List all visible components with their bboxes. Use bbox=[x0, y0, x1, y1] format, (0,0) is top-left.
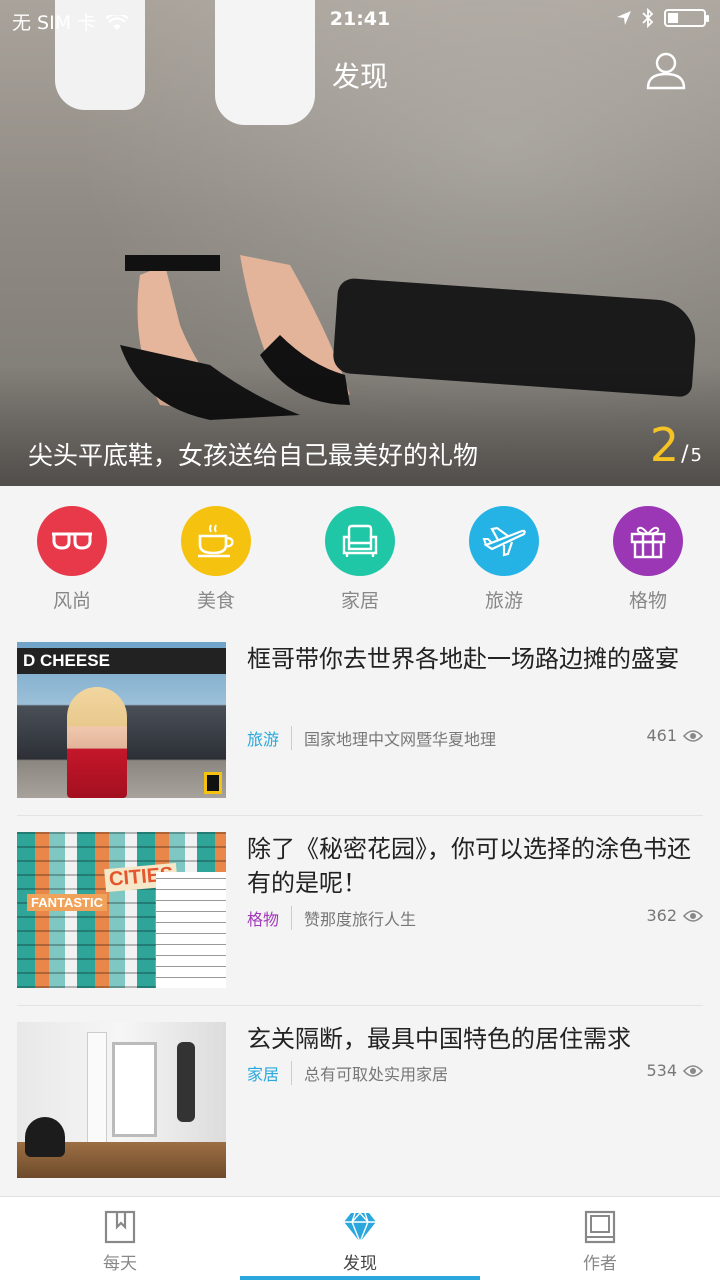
diamond-icon bbox=[344, 1211, 376, 1244]
pager-current: 2 bbox=[649, 418, 680, 472]
thumb-chair bbox=[25, 1117, 65, 1157]
status-bar: 无 SIM 卡 21:41 bbox=[0, 0, 720, 38]
article-meta: 家居 总有可取处实用家居 bbox=[247, 1061, 448, 1085]
article-card[interactable]: CITIES FANTASTIC 除了《秘密花园》，你可以选择的涂色书还有的是呢… bbox=[17, 816, 703, 1006]
gift-icon bbox=[630, 526, 666, 559]
article-views: 362 bbox=[646, 906, 703, 925]
article-meta: 旅游 国家地理中文网暨华夏地理 bbox=[247, 726, 496, 750]
article-source[interactable]: 国家地理中文网暨华夏地理 bbox=[304, 726, 496, 750]
category-food-circle bbox=[181, 506, 251, 576]
category-goods-circle bbox=[613, 506, 683, 576]
article-source[interactable]: 赞那度旅行人生 bbox=[304, 906, 416, 930]
hero-pager: 2/5 bbox=[650, 418, 702, 472]
category-label: 风尚 bbox=[52, 590, 91, 612]
article-card[interactable]: 玄关隔断，最具中国特色的居住需求 家居 总有可取处实用家居 534 bbox=[17, 1006, 703, 1196]
tab-authors[interactable]: 作者 bbox=[480, 1197, 720, 1280]
article-title[interactable]: 玄关隔断，最具中国特色的居住需求 bbox=[247, 1022, 697, 1056]
article-thumbnail-coloring-book[interactable]: CITIES FANTASTIC bbox=[17, 832, 226, 988]
coffee-cup-icon bbox=[198, 524, 234, 558]
article-card[interactable]: D CHEESE 框哥带你去世界各地赴一场路边摊的盛宴 旅游 国家地理中文网暨华… bbox=[17, 626, 703, 816]
glasses-icon bbox=[52, 532, 92, 550]
tab-daily[interactable]: 每天 bbox=[0, 1197, 240, 1280]
pager-total: 5 bbox=[690, 445, 702, 466]
tab-label: 作者 bbox=[583, 1254, 617, 1274]
thumb-white-buildings bbox=[156, 872, 226, 988]
category-food[interactable]: 美食 bbox=[161, 506, 271, 626]
hero-caption[interactable]: 尖头平底鞋，女孩送给自己最美好的礼物 bbox=[28, 436, 478, 472]
category-row: 风尚 美食 家居 旅游 格物 bbox=[0, 486, 720, 626]
category-travel-circle bbox=[469, 506, 539, 576]
view-count: 534 bbox=[646, 1061, 677, 1080]
category-fashion[interactable]: 风尚 bbox=[17, 506, 127, 626]
user-profile-icon[interactable] bbox=[646, 50, 686, 90]
pager-separator: / bbox=[681, 442, 689, 467]
location-arrow-icon bbox=[617, 11, 631, 25]
eye-icon bbox=[683, 1064, 703, 1077]
article-tag[interactable]: 格物 bbox=[247, 906, 293, 930]
battery-fill bbox=[668, 13, 678, 23]
thumb-fantastic-label: FANTASTIC bbox=[27, 894, 107, 911]
category-home-circle bbox=[325, 506, 395, 576]
article-title[interactable]: 除了《秘密花园》，你可以选择的涂色书还有的是呢！ bbox=[247, 832, 697, 900]
clock: 21:41 bbox=[329, 8, 391, 30]
article-title[interactable]: 框哥带你去世界各地赴一场路边摊的盛宴 bbox=[247, 642, 697, 676]
category-label: 格物 bbox=[628, 590, 667, 612]
thumb-door bbox=[112, 1042, 157, 1137]
bottom-tab-bar: 每天 发现 作者 bbox=[0, 1196, 720, 1280]
thumb-badge bbox=[204, 772, 222, 794]
tab-label: 每天 bbox=[103, 1254, 137, 1274]
status-right bbox=[616, 8, 709, 28]
notebook-icon bbox=[584, 1210, 616, 1244]
armchair-icon bbox=[342, 524, 378, 557]
bluetooth-icon bbox=[642, 8, 654, 28]
category-travel[interactable]: 旅游 bbox=[449, 506, 559, 626]
article-thumbnail-entryway[interactable] bbox=[17, 1022, 226, 1178]
eye-icon bbox=[683, 729, 703, 742]
category-label: 美食 bbox=[196, 590, 235, 612]
article-meta: 格物 赞那度旅行人生 bbox=[247, 906, 416, 930]
article-tag[interactable]: 家居 bbox=[247, 1061, 293, 1085]
article-thumbnail-food-truck[interactable]: D CHEESE bbox=[17, 642, 226, 798]
article-source[interactable]: 总有可取处实用家居 bbox=[304, 1061, 448, 1085]
article-views: 461 bbox=[646, 726, 703, 745]
article-list: D CHEESE 框哥带你去世界各地赴一场路边摊的盛宴 旅游 国家地理中文网暨华… bbox=[0, 626, 720, 1196]
thumb-person bbox=[67, 687, 127, 798]
tab-discover[interactable]: 发现 bbox=[240, 1197, 480, 1280]
article-views: 534 bbox=[646, 1061, 703, 1080]
battery-icon bbox=[664, 9, 709, 27]
view-count: 362 bbox=[646, 906, 677, 925]
category-label: 旅游 bbox=[484, 590, 523, 612]
tab-label: 发现 bbox=[343, 1254, 377, 1274]
view-count: 461 bbox=[646, 726, 677, 745]
category-goods[interactable]: 格物 bbox=[593, 506, 703, 626]
page-title: 发现 bbox=[331, 60, 388, 93]
category-home[interactable]: 家居 bbox=[305, 506, 415, 626]
thumb-sign: D CHEESE bbox=[17, 648, 226, 674]
thumb-coats bbox=[177, 1042, 195, 1122]
category-label: 家居 bbox=[340, 590, 379, 612]
bookmark-book-icon bbox=[104, 1210, 136, 1244]
airplane-icon bbox=[482, 526, 526, 557]
article-tag[interactable]: 旅游 bbox=[247, 726, 293, 750]
category-fashion-circle bbox=[37, 506, 107, 576]
eye-icon bbox=[683, 909, 703, 922]
